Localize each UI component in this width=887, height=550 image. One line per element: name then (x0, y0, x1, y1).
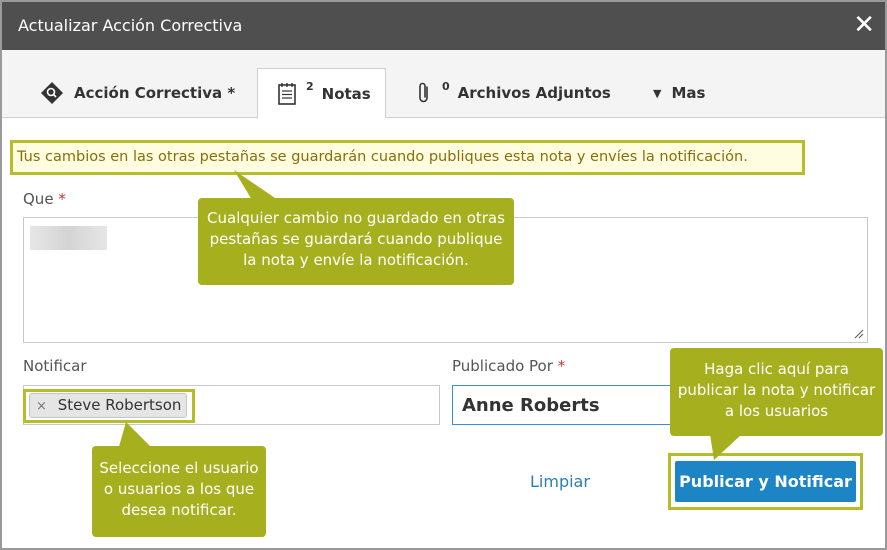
attachments-count: 0 (442, 79, 450, 93)
notificar-label: Notificar (23, 357, 87, 375)
publicado-por-label: Publicado Por * (452, 357, 565, 375)
dialog-title: Actualizar Acción Correctiva (18, 16, 243, 35)
select-users-callout: Seleccione el usuario o usuarios a los q… (92, 446, 266, 537)
callout-text: Cualquier cambio no guardado en otras pe… (207, 209, 505, 269)
publicado-label-text: Publicado Por (452, 357, 553, 375)
close-icon[interactable]: ✕ (853, 10, 875, 40)
callout-pointer (710, 434, 742, 460)
notes-count: 2 (306, 80, 314, 93)
tab-strip: Acción Correctiva * 2 Notas 0 Archivos A… (2, 50, 885, 119)
recipient-name: Steve Robertson (57, 396, 182, 414)
required-mark: * (58, 190, 66, 208)
unsaved-changes-callout: Cualquier cambio no guardado en otras pe… (198, 198, 514, 285)
tab-label: Notas (321, 84, 371, 103)
required-mark: * (557, 357, 566, 375)
que-label-text: Que (23, 190, 54, 208)
published-by-input[interactable]: Anne Roberts (452, 385, 702, 425)
caret-down-icon: ▼ (653, 86, 662, 100)
redacted-text (30, 226, 107, 250)
recipient-chip[interactable]: × Steve Robertson (29, 393, 187, 418)
tab-more[interactable]: ▼ Mas (653, 68, 705, 118)
unsaved-changes-notice: Tus cambios en las otras pestañas se gua… (10, 140, 805, 175)
notepad-icon (278, 82, 296, 105)
paperclip-icon (419, 82, 428, 103)
que-label: Que * (23, 190, 66, 208)
publish-and-notify-button[interactable]: Publicar y Notificar (675, 461, 856, 502)
tab-label: Acción Correctiva * (74, 84, 236, 102)
callout-text: Haga clic aquí para publicar la nota y n… (677, 360, 876, 420)
tab-notes[interactable]: 2 Notas (257, 68, 386, 119)
remove-chip-icon[interactable]: × (36, 399, 47, 414)
tab-label: Archivos Adjuntos (457, 84, 611, 102)
resize-handle-icon[interactable] (853, 328, 864, 339)
tab-corrective-action[interactable]: Acción Correctiva * (40, 68, 235, 118)
tab-label: Mas (671, 84, 706, 102)
update-corrective-action-dialog: Actualizar Acción Correctiva ✕ Acción Co… (0, 0, 887, 550)
callout-text: Seleccione el usuario o usuarios a los q… (99, 459, 259, 519)
clear-link[interactable]: Limpiar (530, 472, 590, 491)
tab-attachments[interactable]: 0 Archivos Adjuntos (416, 68, 611, 118)
tag-search-icon (41, 82, 63, 104)
callout-pointer (234, 170, 278, 200)
dialog-titlebar: Actualizar Acción Correctiva ✕ (2, 2, 885, 50)
publish-callout: Haga clic aquí para publicar la nota y n… (670, 348, 883, 436)
